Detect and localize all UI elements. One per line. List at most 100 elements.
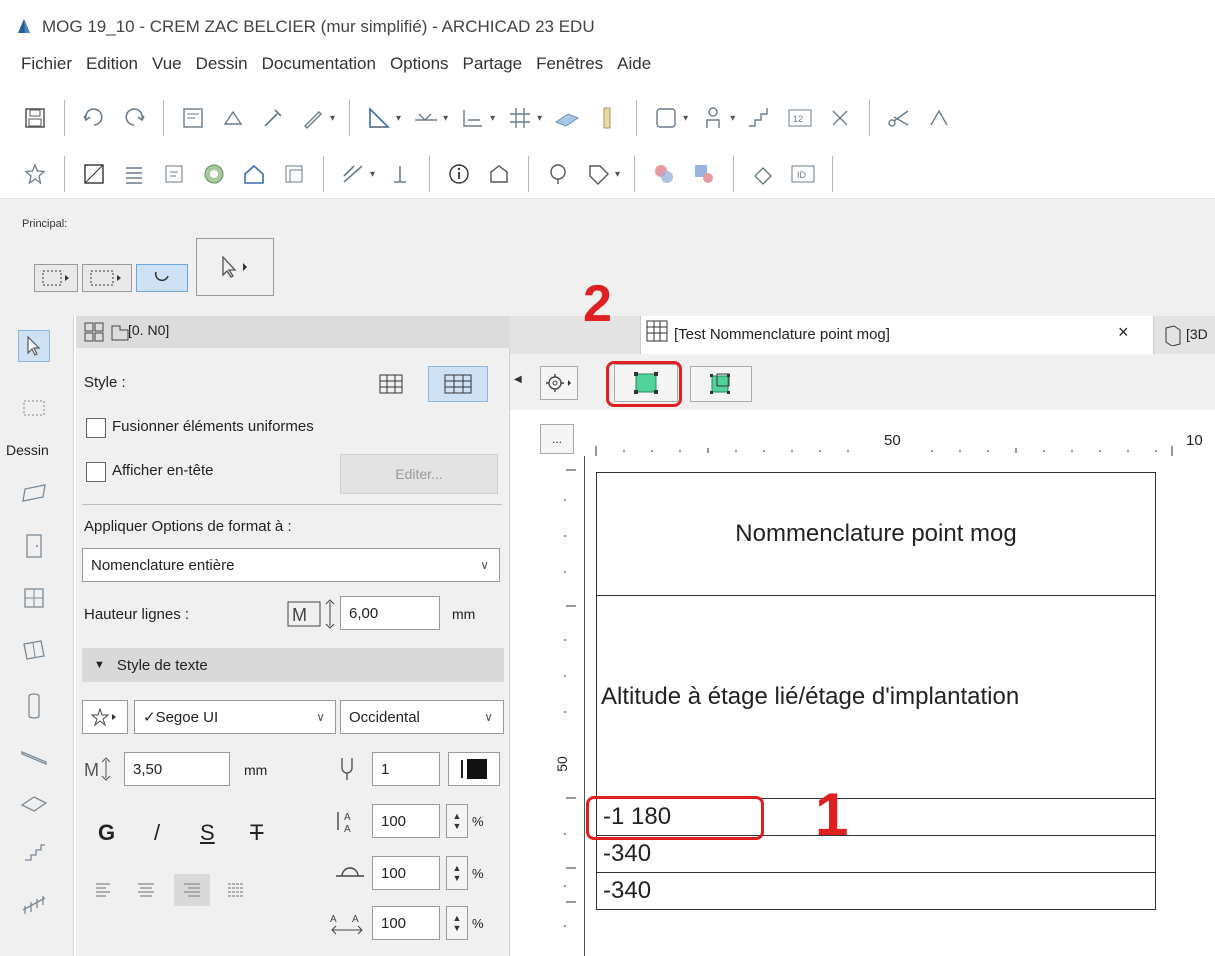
layer-icon[interactable] [178, 103, 208, 133]
3d-print-icon[interactable] [279, 159, 309, 189]
multi-element-selection-icon[interactable] [690, 366, 752, 402]
chevron-down-icon[interactable]: ▾ [683, 113, 688, 124]
schedule-tab-label[interactable]: [Test Nommenclature point mog] [674, 326, 890, 343]
column-tool-icon[interactable] [18, 690, 50, 722]
text-size-input[interactable]: 3,50 [124, 752, 230, 786]
marquee-tool-button[interactable] [18, 392, 50, 424]
shape-icon[interactable] [748, 159, 778, 189]
line-icon[interactable] [364, 103, 394, 133]
snap-icon[interactable] [825, 103, 855, 133]
underline-button[interactable]: S [200, 820, 215, 846]
view-map-icon[interactable] [159, 159, 189, 189]
tag-icon[interactable] [583, 159, 613, 189]
chevron-down-icon[interactable]: ▾ [537, 113, 542, 124]
label-icon[interactable]: 12 [785, 103, 815, 133]
align-left-icon[interactable] [94, 880, 114, 905]
arrow-tool[interactable] [196, 238, 274, 296]
slab-icon[interactable] [458, 103, 488, 133]
align-justify-icon[interactable] [226, 880, 246, 905]
layers-icon[interactable] [119, 159, 149, 189]
close-tab-icon[interactable]: × [1118, 322, 1129, 343]
column-icon[interactable] [592, 103, 622, 133]
door-tool-icon[interactable] [18, 530, 50, 562]
char-height-stepper[interactable]: ▲ ▼ [446, 856, 468, 890]
schedule-title-cell[interactable]: Nommenclature point mog [596, 472, 1156, 596]
rectangle-select-tool[interactable] [82, 264, 132, 292]
font-select[interactable]: ✓Segoe UI ∨ [134, 700, 336, 734]
curtain-wall-tool-icon[interactable] [18, 634, 50, 666]
strikethrough-button[interactable]: T [250, 820, 263, 846]
fusion-checkbox[interactable] [86, 418, 106, 438]
beam-tool-icon[interactable] [18, 740, 50, 772]
floor-plan-tab-icon[interactable] [110, 322, 130, 347]
menu-dessin[interactable]: Dessin [196, 50, 248, 78]
chevron-down-icon[interactable]: ▾ [730, 113, 735, 124]
pen-color-swatch[interactable] [448, 752, 500, 786]
info-icon[interactable] [444, 159, 474, 189]
italic-button[interactable]: / [154, 820, 160, 846]
wall-tool-icon[interactable] [18, 478, 50, 510]
style-grid-icon[interactable] [376, 370, 406, 398]
slab-tool-icon[interactable] [18, 788, 50, 820]
dimension-icon[interactable] [411, 103, 441, 133]
grid-icon[interactable] [505, 103, 535, 133]
object-icon[interactable] [651, 103, 681, 133]
railing-tool-icon[interactable] [18, 888, 50, 920]
style-table-icon[interactable] [428, 366, 488, 402]
chevron-down-icon[interactable]: ▾ [370, 169, 375, 180]
save-icon[interactable] [20, 103, 50, 133]
char-spacing-input[interactable]: 100 [372, 906, 440, 940]
renovation-icon[interactable] [338, 159, 368, 189]
redo-icon[interactable] [119, 103, 149, 133]
collapse-panel-icon[interactable]: ◀ [514, 374, 522, 385]
elevation-icon[interactable] [385, 159, 415, 189]
entete-checkbox[interactable] [86, 462, 106, 482]
beam-icon[interactable] [552, 103, 582, 133]
favorite-icon[interactable] [20, 159, 50, 189]
text-style-header[interactable]: ▼ Style de texte [82, 648, 504, 682]
stair-tool-icon[interactable] [18, 836, 50, 868]
menu-vue[interactable]: Vue [152, 50, 182, 78]
stair-icon[interactable] [745, 103, 775, 133]
3d-window-icon[interactable] [1164, 324, 1182, 351]
marquee-select-tool[interactable] [34, 264, 78, 292]
chevron-down-icon[interactable]: ▾ [615, 169, 620, 180]
eyedropper-icon[interactable] [258, 103, 288, 133]
properties-icon[interactable] [484, 159, 514, 189]
chevron-down-icon[interactable]: ▾ [490, 113, 495, 124]
level-icon[interactable] [218, 103, 248, 133]
pen-input[interactable]: 1 [372, 752, 440, 786]
3d-house-icon[interactable] [239, 159, 269, 189]
editer-button[interactable]: Editer... [340, 454, 498, 494]
id-icon[interactable]: ID [788, 159, 818, 189]
floor-plan-tab-label[interactable]: [0. N0] [128, 322, 169, 338]
arrow-tool-button[interactable] [18, 330, 50, 362]
settings-gear-icon[interactable] [540, 366, 578, 400]
plan-icon[interactable] [79, 159, 109, 189]
graphic-override-icon[interactable] [649, 159, 679, 189]
char-height-input[interactable]: 100 [372, 856, 440, 890]
render-icon[interactable] [199, 159, 229, 189]
align-right-icon[interactable] [174, 874, 210, 906]
schedule-header-cell[interactable]: Altitude à étage lié/étage d'implantatio… [596, 595, 1156, 799]
chevron-down-icon[interactable]: ▾ [330, 113, 335, 124]
magic-wand-tool[interactable] [136, 264, 188, 292]
tree-icon[interactable] [543, 159, 573, 189]
align-center-icon[interactable] [136, 880, 156, 905]
menu-edition[interactable]: Edition [86, 50, 138, 78]
menu-fichier[interactable]: Fichier [21, 50, 72, 78]
table-row[interactable]: -340 [596, 835, 1156, 873]
palette-icon[interactable] [689, 159, 719, 189]
3d-tab-label[interactable]: [3D [1186, 326, 1208, 342]
pen-icon[interactable] [298, 103, 328, 133]
menu-fenetres[interactable]: Fenêtres [536, 50, 603, 78]
grid-view-icon[interactable] [84, 322, 104, 347]
chevron-down-icon[interactable]: ▾ [396, 113, 401, 124]
script-select[interactable]: Occidental ∨ [340, 700, 504, 734]
favorite-font-button[interactable] [82, 700, 128, 734]
person-icon[interactable] [698, 103, 728, 133]
row-height-input[interactable]: 6,00 [340, 596, 440, 630]
char-width-stepper[interactable]: ▲ ▼ [446, 804, 468, 838]
menu-aide[interactable]: Aide [617, 50, 651, 78]
table-row[interactable]: -340 [596, 872, 1156, 910]
